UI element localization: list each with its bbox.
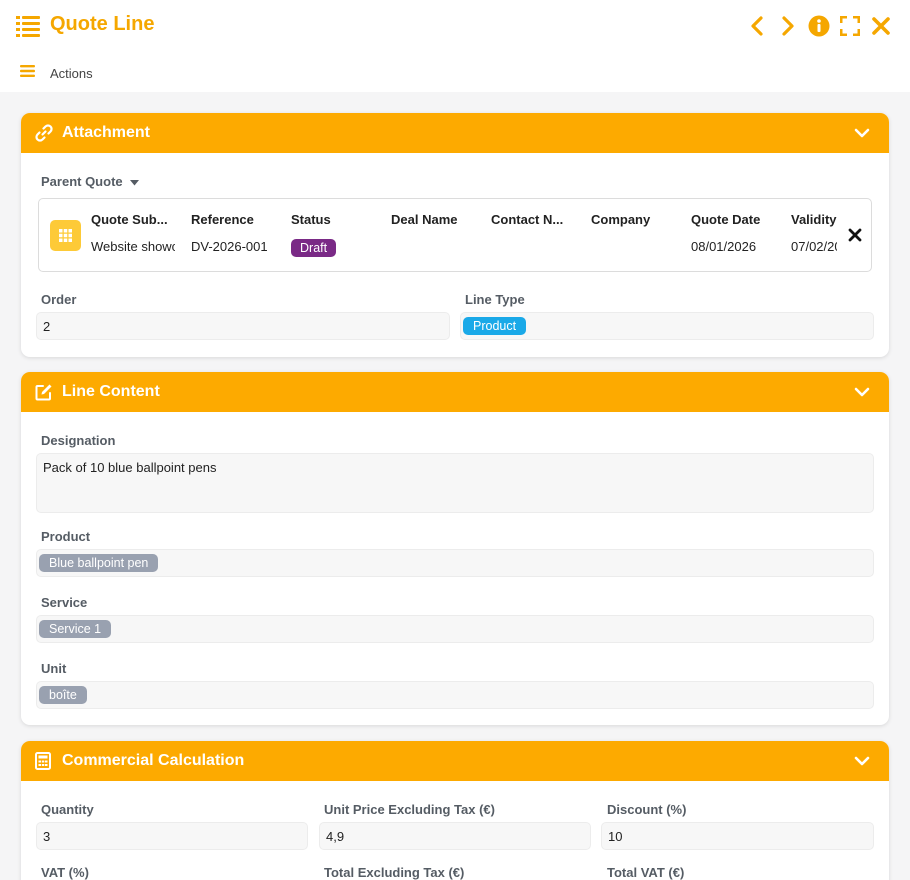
chevron-right-icon[interactable] [777,14,799,38]
line-type-badge: Product [463,317,527,335]
chevron-down-icon[interactable] [854,125,870,141]
unit-price-field[interactable]: 4,9 [319,822,591,850]
column-validity: Validity 07/02/2026 [791,199,837,271]
parent-quote-table: Quote Sub... Website showcase Reference … [38,198,872,272]
column-deal-name: Deal Name [391,199,483,271]
column-contact-name: Contact N... [491,199,571,271]
edit-icon [35,383,53,401]
parent-quote-label[interactable]: Parent Quote [41,174,139,189]
commercial-calculation-panel-header[interactable]: Commercial Calculation [21,741,889,781]
order-field[interactable]: 2 [36,312,450,340]
column-header: Deal Name [391,212,458,227]
quantity-label: Quantity [41,802,94,817]
product-label: Product [41,529,91,544]
attachment-panel-title: Attachment [62,124,151,141]
actions-label: Actions [50,65,93,81]
page-title: Quote Line [50,13,155,35]
unit-label: Unit [41,661,67,676]
unit-price-label: Unit Price Excluding Tax (€) [324,802,495,817]
close-icon[interactable] [870,14,892,38]
discount-label: Discount (%) [607,802,687,817]
menu-icon [20,64,35,82]
cell-quote-subject[interactable]: Website showcase [91,239,175,254]
window-controls [746,14,892,38]
grid-icon [50,220,81,251]
cell-validity: 07/02/2026 [791,239,837,254]
column-header: Status [291,212,331,227]
chevron-down-icon[interactable] [854,753,870,769]
designation-textarea[interactable]: Pack of 10 blue ballpoint pens [36,453,874,513]
product-chip: Blue ballpoint pen [39,554,159,572]
column-header: Quote Date [691,212,761,227]
discount-field[interactable]: 10 [601,822,874,850]
total-vat-label: Total VAT (€) [607,865,685,880]
service-chip: Service 1 [39,620,112,638]
column-header: Validity [791,212,837,227]
designation-label: Designation [41,433,116,448]
cell-quote-date: 08/01/2026 [691,239,757,254]
actions-menu[interactable]: Actions [20,64,93,82]
status-badge: Draft [291,239,337,257]
column-status: Status Draft [291,199,383,271]
unit-chip: boîte [39,686,87,704]
column-header: Reference [191,212,254,227]
caret-down-icon [129,174,139,189]
line-content-panel-header[interactable]: Line Content [21,372,889,412]
column-quote-subject: Quote Sub... Website showcase [91,199,175,271]
chevron-down-icon[interactable] [854,384,870,400]
vat-label: VAT (%) [41,865,89,880]
line-type-label: Line Type [465,292,525,307]
service-field[interactable]: Service 1 [36,615,874,643]
list-icon [16,15,40,37]
link-icon [35,124,53,142]
commercial-calculation-panel: Commercial Calculation Quantity 3 Unit P… [21,741,889,880]
info-icon[interactable] [808,14,830,38]
column-header: Company [591,212,651,227]
product-field[interactable]: Blue ballpoint pen [36,549,874,577]
remove-parent-quote-icon[interactable] [848,228,862,242]
header-bar: Quote Line Actions [0,0,910,92]
attachment-panel-header[interactable]: Attachment [21,113,889,153]
line-content-panel: Line Content Designation Pack of 10 blue… [21,372,889,725]
line-content-panel-title: Line Content [62,383,160,400]
attachment-panel: Attachment Parent Quote Quote Sub... Web… [21,113,889,357]
order-label: Order [41,292,77,307]
column-header: Quote Sub... [91,212,168,227]
fullscreen-icon[interactable] [839,14,861,38]
calculator-icon [35,752,53,770]
column-quote-date: Quote Date 08/01/2026 [691,199,783,271]
quantity-field[interactable]: 3 [36,822,308,850]
chevron-left-icon[interactable] [746,14,768,38]
cell-reference[interactable]: DV-2026-001 [191,239,283,254]
total-excluding-tax-label: Total Excluding Tax (€) [324,865,465,880]
column-reference: Reference DV-2026-001 [191,199,283,271]
commercial-calculation-panel-title: Commercial Calculation [62,752,245,769]
service-label: Service [41,595,88,610]
column-company: Company [591,199,683,271]
unit-field[interactable]: boîte [36,681,874,709]
column-header: Contact N... [491,212,564,227]
line-type-field[interactable]: Product [460,312,874,340]
